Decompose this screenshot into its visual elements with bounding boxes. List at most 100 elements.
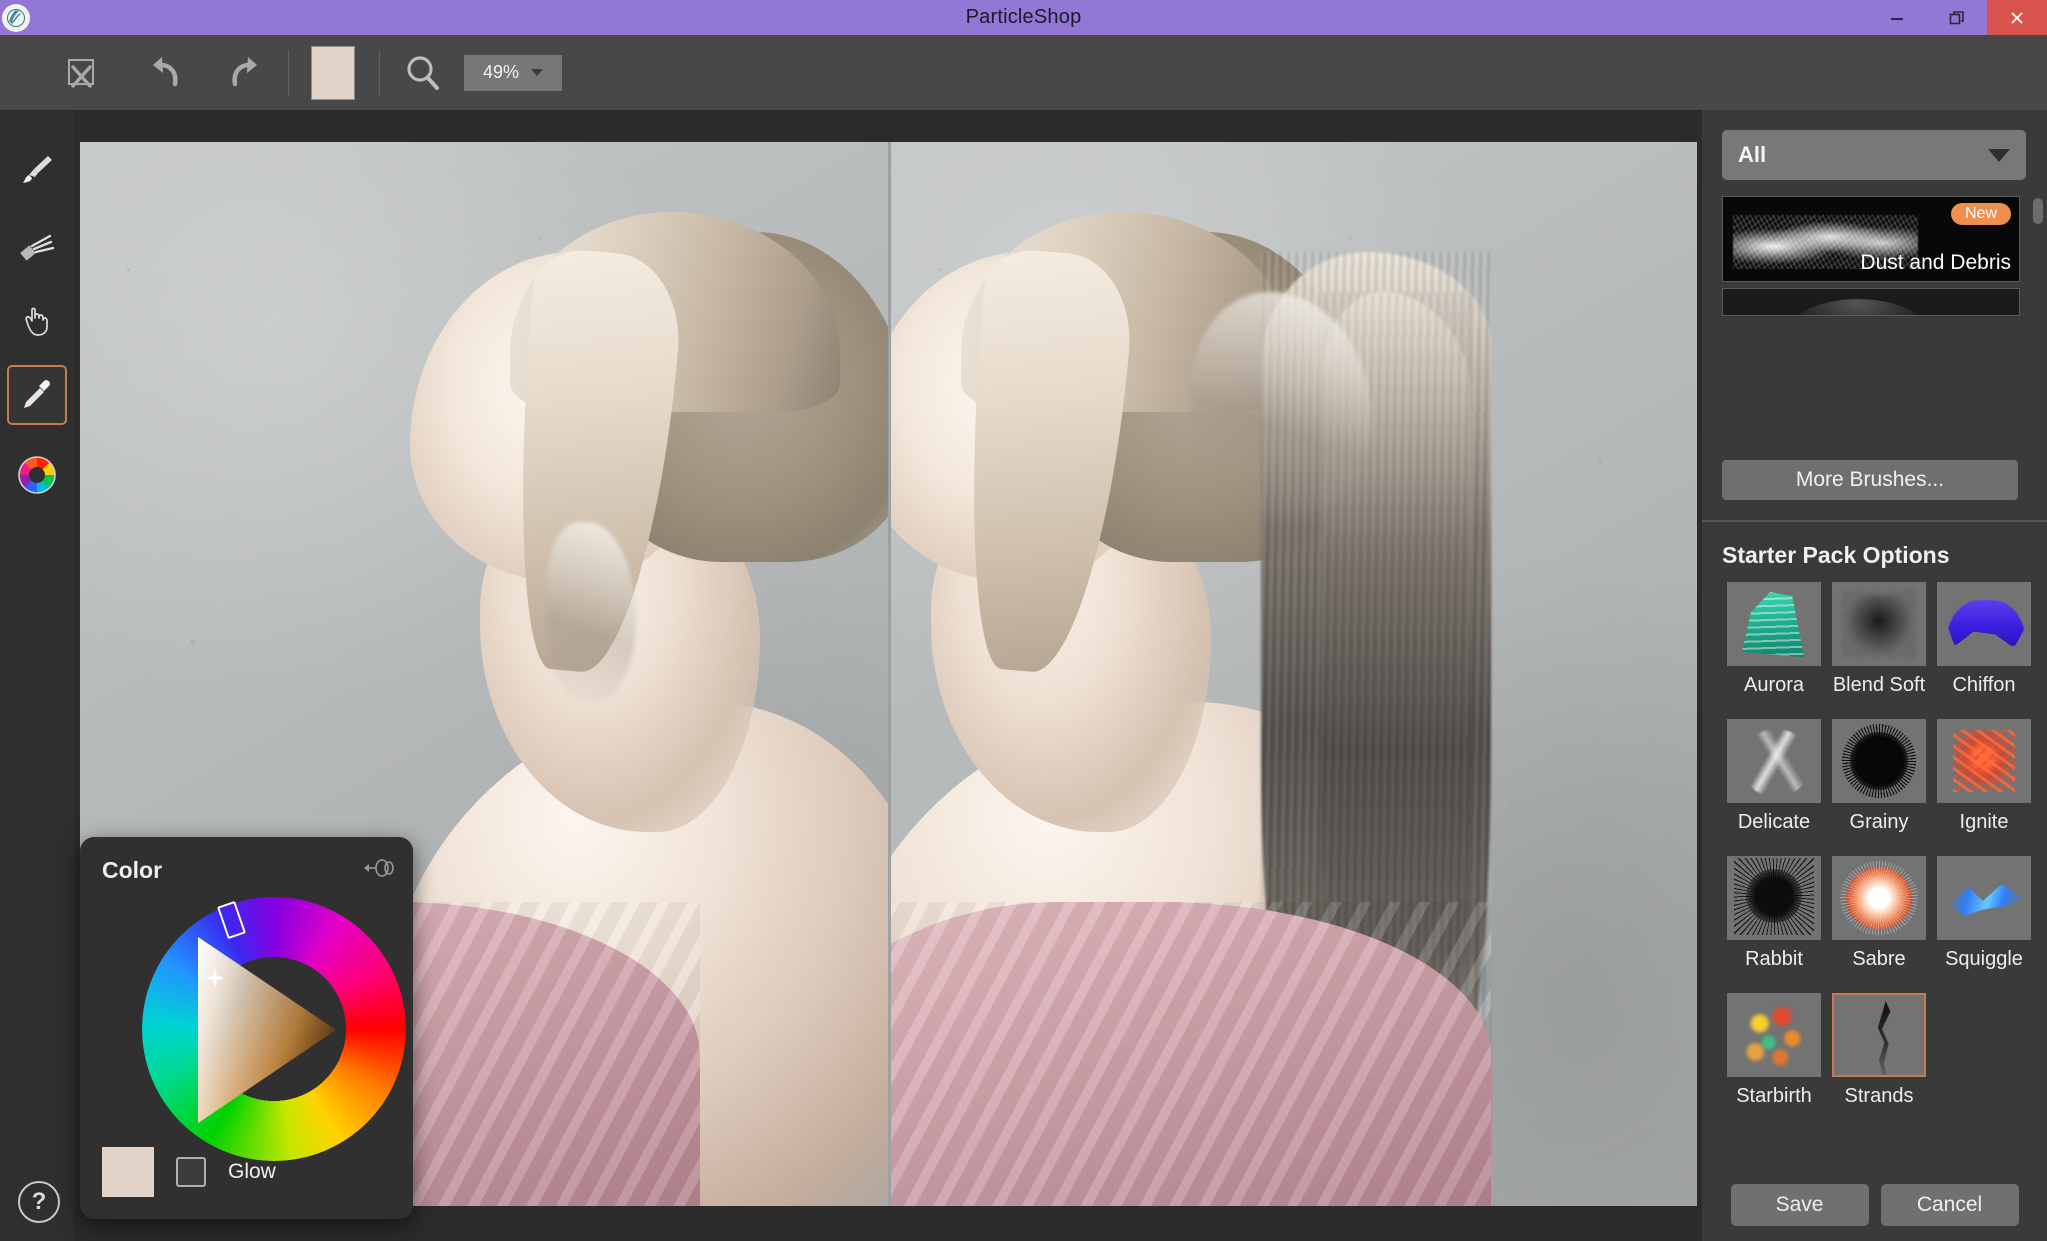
minimize-button[interactable] — [1867, 0, 1927, 35]
pushpin-icon[interactable] — [361, 857, 395, 884]
brush-thumbnail — [1727, 993, 1821, 1077]
glow-checkbox[interactable] — [176, 1157, 206, 1187]
ignite-brush-icon — [1953, 730, 2015, 792]
brush-item-aurora[interactable]: Aurora — [1722, 582, 1826, 719]
brush-item-squiggle[interactable]: Squiggle — [1932, 856, 2036, 993]
brush-thumbnail — [1832, 856, 1926, 940]
chevron-down-icon[interactable] — [1988, 149, 2010, 162]
eyedropper-icon — [17, 375, 57, 415]
zoom-tool-button[interactable] — [392, 42, 454, 104]
brush-pack-preview-icon — [1783, 299, 1933, 316]
help-button[interactable]: ? — [18, 1181, 60, 1223]
brush-item-strands[interactable]: Strands — [1827, 993, 1931, 1130]
glow-label: Glow — [228, 1160, 276, 1184]
brush-thumbnail — [1727, 582, 1821, 666]
toolbar-divider-1 — [288, 50, 289, 96]
brush-thumbnail — [1832, 582, 1926, 666]
brush-item-starbirth[interactable]: Starbirth — [1722, 993, 1826, 1130]
brush-label: Aurora — [1722, 674, 1826, 697]
brush-thumbnail — [1727, 719, 1821, 803]
brush-pack-card[interactable]: New Dust and Debris — [1722, 196, 2020, 282]
starbirth-brush-icon — [1739, 1003, 1813, 1071]
maximize-restore-button[interactable] — [1927, 0, 1987, 35]
zoom-level-field[interactable]: 49% — [464, 55, 562, 91]
brush-grid: Aurora Blend Soft Chiffon Delicate Grain… — [1722, 582, 2032, 1130]
brush-thumbnail — [1832, 993, 1926, 1077]
status-badge: New — [1951, 203, 2011, 225]
color-panel-title: Color — [102, 857, 162, 884]
starter-pack-title: Starter Pack Options — [1722, 542, 1950, 569]
chiffon-brush-icon — [1947, 600, 2025, 648]
brush-label: Starbirth — [1722, 1085, 1826, 1108]
brush-label: Chiffon — [1932, 674, 2036, 697]
brush-thumbnail — [1937, 856, 2031, 940]
close-button[interactable] — [1987, 0, 2047, 35]
brush-label: Rabbit — [1722, 948, 1826, 971]
brush-label: Grainy — [1827, 811, 1931, 834]
panel-divider — [1702, 520, 2047, 522]
brush-label: Blend Soft — [1827, 674, 1931, 697]
squiggle-brush-icon — [1947, 878, 2025, 922]
brush-item-sabre[interactable]: Sabre — [1827, 856, 1931, 993]
brush-item-ignite[interactable]: Ignite — [1932, 719, 2036, 856]
blend-soft-brush-icon — [1848, 596, 1910, 652]
zoom-level-value: 49% — [483, 62, 519, 83]
brush-item-chiffon[interactable]: Chiffon — [1932, 582, 2036, 719]
rabbit-brush-icon — [1746, 869, 1802, 923]
panel-footer: Save Cancel — [1702, 1169, 2047, 1241]
brush-pack-name: Dust and Debris — [1860, 251, 2011, 275]
cancel-button[interactable]: Cancel — [1881, 1184, 2019, 1226]
sidebar-item-pan-tool[interactable] — [7, 290, 67, 350]
title-bar: ParticleShop — [0, 0, 2047, 35]
brush-label: Squiggle — [1932, 948, 2036, 971]
color-panel[interactable]: Color Glow — [80, 837, 413, 1219]
undo-button[interactable] — [134, 42, 196, 104]
brush-thumbnail — [1937, 582, 2031, 666]
brush-pack-list[interactable]: New Dust and Debris — [1722, 196, 2020, 316]
brush-label: Sabre — [1827, 948, 1931, 971]
strands-brush-icon — [1870, 1001, 1900, 1075]
brush-item-rabbit[interactable]: Rabbit — [1722, 856, 1826, 993]
clear-canvas-button[interactable] — [50, 42, 112, 104]
color-panel-footer: Glow — [102, 1147, 395, 1197]
window-title: ParticleShop — [0, 6, 2047, 29]
toolbar-color-swatch[interactable] — [311, 46, 355, 100]
chevron-down-icon[interactable] — [531, 69, 543, 76]
save-button[interactable]: Save — [1731, 1184, 1869, 1226]
redo-button[interactable] — [214, 42, 276, 104]
sidebar-item-brush-tool[interactable] — [7, 140, 67, 200]
hsv-color-wheel[interactable] — [142, 897, 406, 1161]
tool-rail: ? — [0, 110, 74, 1241]
paintbrush-icon — [16, 149, 58, 191]
selected-color-swatch[interactable] — [102, 1147, 154, 1197]
brush-item-blend-soft[interactable]: Blend Soft — [1827, 582, 1931, 719]
saturation-value-cursor[interactable] — [204, 967, 226, 989]
brush-label: Strands — [1827, 1085, 1931, 1108]
more-brushes-button[interactable]: More Brushes... — [1722, 460, 2018, 500]
color-panel-header: Color — [102, 855, 395, 885]
edited-image-preview[interactable] — [891, 142, 1697, 1206]
brush-panel: All New Dust and Debris More Brushes... … — [1702, 110, 2047, 1241]
particleshop-window: ParticleShop — [0, 0, 2047, 1241]
rake-brush-icon — [16, 224, 58, 266]
brush-pack-card-partial[interactable] — [1722, 288, 2020, 316]
grainy-brush-icon — [1850, 732, 1908, 790]
window-controls — [1867, 0, 2047, 35]
sidebar-item-color-wheel-tool[interactable] — [7, 445, 67, 505]
brush-thumbnail — [1937, 719, 2031, 803]
sabre-brush-icon — [1846, 867, 1912, 929]
color-wheel-icon — [17, 455, 57, 495]
brush-item-delicate[interactable]: Delicate — [1722, 719, 1826, 856]
sidebar-item-eyedropper-tool[interactable] — [7, 365, 67, 425]
sidebar-item-rake-tool[interactable] — [7, 215, 67, 275]
brush-item-grainy[interactable]: Grainy — [1827, 719, 1931, 856]
brush-list-scrollbar[interactable] — [2033, 198, 2043, 224]
main-toolbar: 49% — [0, 35, 2047, 110]
brush-filter-select[interactable]: All — [1722, 130, 2026, 180]
hand-icon — [16, 299, 58, 341]
brush-thumbnail — [1832, 719, 1926, 803]
brush-filter-value: All — [1738, 142, 1766, 168]
brush-label: Ignite — [1932, 811, 2036, 834]
brush-label: Delicate — [1722, 811, 1826, 834]
toolbar-divider-2 — [379, 50, 380, 96]
